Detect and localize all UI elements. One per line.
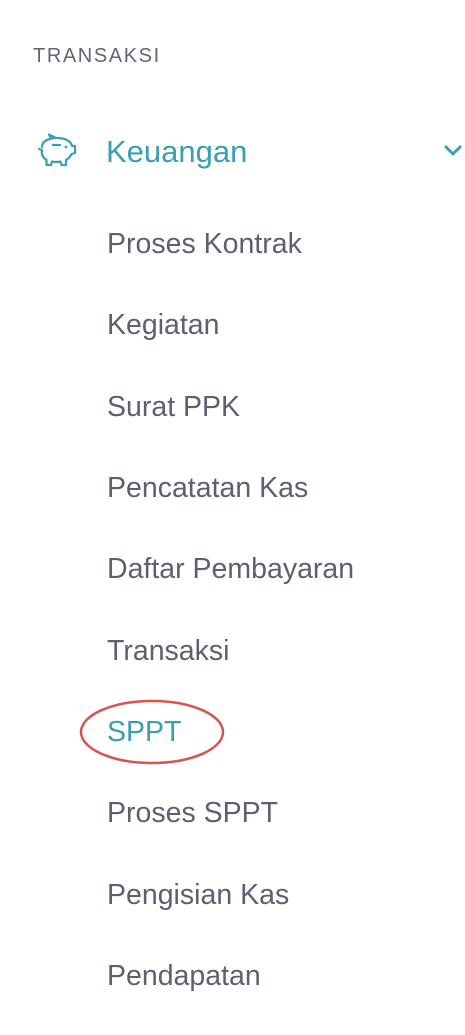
submenu-item-kegiatan[interactable]: Kegiatan: [107, 307, 220, 343]
menu-item-label: Keuangan: [106, 134, 248, 169]
menu-item-keuangan[interactable]: Keuangan: [0, 126, 465, 182]
submenu-item-pendapatan[interactable]: Pendapatan: [107, 958, 261, 994]
piggy-bank-icon: [37, 133, 77, 167]
submenu-item-pencatatan-kas[interactable]: Pencatatan Kas: [107, 470, 308, 506]
section-title: TRANSAKSI: [33, 45, 161, 67]
submenu-item-proses-kontrak[interactable]: Proses Kontrak: [107, 226, 302, 262]
submenu-item-transaksi[interactable]: Transaksi: [107, 633, 229, 669]
submenu-item-daftar-pembayaran[interactable]: Daftar Pembayaran: [107, 551, 354, 587]
submenu-item-surat-ppk[interactable]: Surat PPK: [107, 389, 240, 425]
submenu-item-proses-sppt[interactable]: Proses SPPT: [107, 795, 278, 831]
submenu-item-sppt[interactable]: SPPT: [107, 714, 181, 750]
sidebar: TRANSAKSI Keuangan Proses Kontrak Kegiat…: [0, 0, 465, 1035]
submenu-item-pengisian-kas[interactable]: Pengisian Kas: [107, 877, 289, 913]
chevron-down-icon[interactable]: [440, 140, 465, 162]
